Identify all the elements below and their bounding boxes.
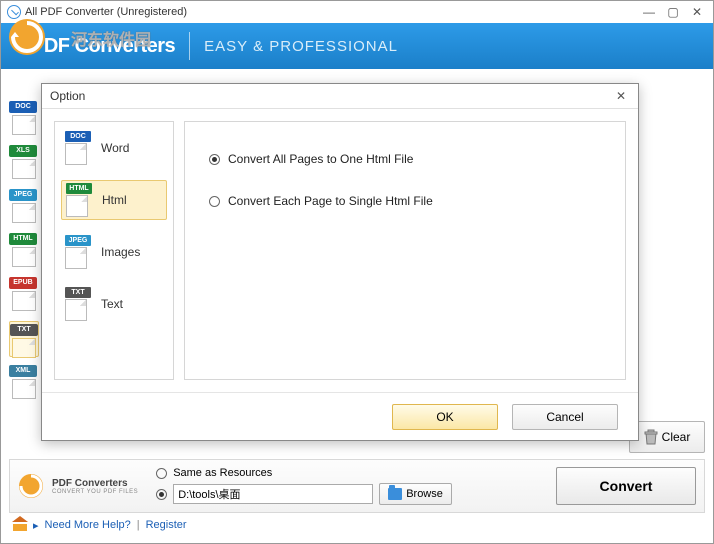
window-title: All PDF Converter (Unregistered)	[25, 6, 635, 18]
sidebar-item-xls[interactable]: XLS	[9, 145, 39, 181]
ok-button[interactable]: OK	[392, 404, 498, 430]
browse-label: Browse	[406, 488, 443, 500]
window-titlebar: All PDF Converter (Unregistered) — ▢ ✕	[1, 1, 713, 23]
option-tab-text[interactable]: TXT Text	[61, 284, 167, 324]
convert-button[interactable]: Convert	[556, 467, 696, 505]
sidebar-item-html[interactable]: HTML	[9, 233, 39, 269]
dialog-title: Option	[50, 89, 85, 103]
help-link[interactable]: Need More Help?	[45, 519, 131, 531]
sidebar-item-epub[interactable]: EPUB	[9, 277, 39, 313]
dialog-close-button[interactable]: ✕	[612, 89, 630, 103]
option-tab-label: Html	[102, 193, 127, 207]
custom-path-option[interactable]: D:\tools\桌面 Browse	[156, 483, 452, 505]
pdf-logo-text-block: PDF Converters CONVERT YOU PDF FILES	[52, 478, 138, 495]
option-dialog: Option ✕ DOC Word HTML Html JPEG Images …	[41, 83, 639, 441]
minimize-button[interactable]: —	[639, 5, 659, 19]
cancel-button[interactable]: Cancel	[512, 404, 618, 430]
sidebar-item-txt[interactable]: TXT	[9, 321, 39, 357]
sidebar-item-xml[interactable]: XML	[9, 365, 39, 401]
option-tab-html[interactable]: HTML Html	[61, 180, 167, 220]
option-tab-word[interactable]: DOC Word	[61, 128, 167, 168]
radio-icon	[209, 154, 220, 165]
convert-all-pages-option[interactable]: Convert All Pages to One Html File	[209, 152, 601, 166]
output-path-input[interactable]: D:\tools\桌面	[173, 484, 373, 504]
option-tabs: DOC Word HTML Html JPEG Images TXT Text	[54, 121, 174, 380]
sidebar-item-doc[interactable]: DOC	[9, 101, 39, 137]
logo-icon	[7, 17, 47, 57]
watermark-text: 河东软件园	[71, 26, 151, 50]
output-brand-sub: CONVERT YOU PDF FILES	[52, 489, 138, 495]
banner-divider	[189, 32, 190, 60]
option-tab-label: Images	[101, 245, 140, 259]
format-sidebar: DOC XLS JPEG HTML EPUB TXT XML	[9, 101, 39, 401]
same-as-resources-option[interactable]: Same as Resources	[156, 467, 452, 479]
register-link[interactable]: Register	[146, 519, 187, 531]
option-label: Convert All Pages to One Html File	[228, 152, 413, 166]
output-brand: PDF Converters	[52, 478, 138, 489]
sidebar-item-jpeg[interactable]: JPEG	[9, 189, 39, 225]
same-as-resources-label: Same as Resources	[173, 467, 272, 479]
dialog-titlebar: Option ✕	[42, 84, 638, 108]
radio-icon	[209, 196, 220, 207]
clear-label: Clear	[662, 430, 691, 444]
option-tab-images[interactable]: JPEG Images	[61, 232, 167, 272]
option-tab-label: Text	[101, 297, 123, 311]
chevron-icon: ▸	[33, 519, 39, 532]
option-tab-label: Word	[101, 141, 129, 155]
radio-icon	[156, 468, 167, 479]
trash-icon	[644, 429, 658, 445]
browse-button[interactable]: Browse	[379, 483, 452, 505]
output-panel: PDF Converters CONVERT YOU PDF FILES Sam…	[9, 459, 705, 513]
clear-button[interactable]: Clear	[629, 421, 705, 453]
maximize-button[interactable]: ▢	[663, 5, 683, 19]
separator: |	[137, 519, 140, 531]
option-content: Convert All Pages to One Html File Conve…	[184, 121, 626, 380]
home-icon[interactable]	[13, 519, 27, 531]
app-banner: 河东软件园 PDF Converters EASY & PROFESSIONAL	[1, 23, 713, 69]
dialog-buttons: OK Cancel	[42, 392, 638, 440]
tagline-text: EASY & PROFESSIONAL	[204, 38, 398, 55]
close-button[interactable]: ✕	[687, 5, 707, 19]
radio-icon	[156, 489, 167, 500]
folder-icon	[388, 488, 402, 500]
pdf-logo-icon	[18, 473, 44, 499]
help-row: ▸ Need More Help? | Register	[9, 513, 705, 535]
convert-each-page-option[interactable]: Convert Each Page to Single Html File	[209, 194, 601, 208]
option-label: Convert Each Page to Single Html File	[228, 194, 433, 208]
